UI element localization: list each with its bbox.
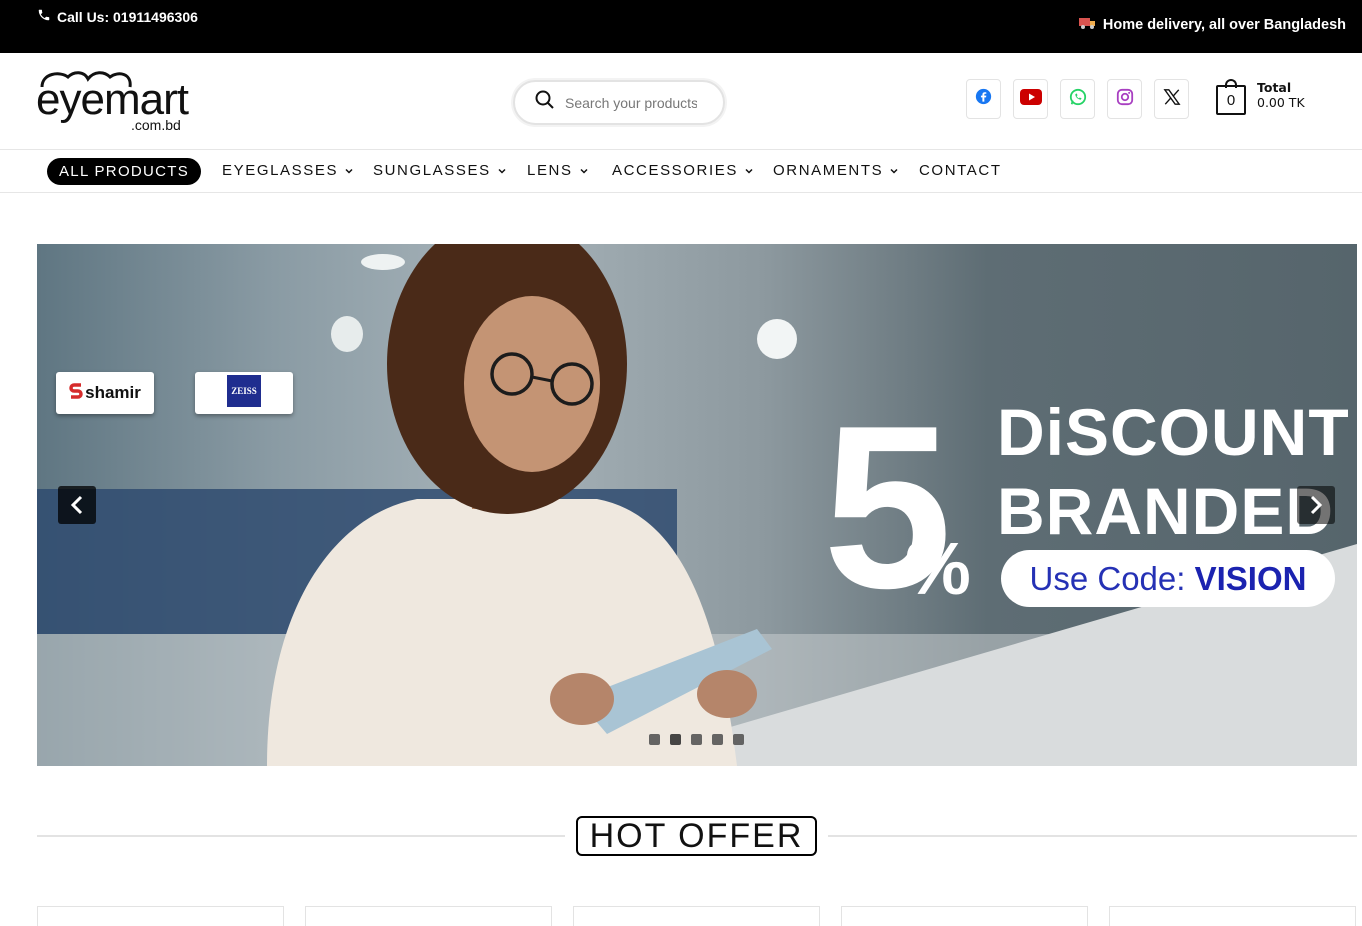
chevron-left-icon [70, 495, 83, 515]
instagram-link[interactable] [1107, 79, 1142, 119]
headline-branded: BRANDED [997, 474, 1334, 548]
hot-offer-heading: HOT OFFER [576, 816, 817, 856]
discount-percent-sign: % [905, 527, 971, 610]
slider-prev-button[interactable] [58, 486, 96, 524]
slider-next-button[interactable] [1297, 486, 1335, 524]
shamir-logo: shamir [56, 372, 154, 414]
youtube-icon [1019, 88, 1042, 110]
call-us[interactable]: Call Us: 01911496306 [37, 8, 198, 25]
instagram-icon [1116, 88, 1134, 111]
promo-code-pill: Use Code: VISION [1001, 550, 1335, 607]
chevron-down-icon [498, 168, 506, 174]
nav-label: ORNAMENTS [773, 162, 884, 179]
nav-sunglasses[interactable]: SUNGLASSES [373, 162, 507, 179]
truck-icon [1078, 17, 1097, 33]
cart-total-value: 0.00 TK [1257, 95, 1305, 110]
call-us-text: Call Us: 01911496306 [57, 8, 198, 25]
cart-total-label: Total [1257, 80, 1292, 95]
nav-accessories[interactable]: ACCESSORIES [612, 162, 754, 179]
social-links [966, 79, 1189, 119]
search-box[interactable] [513, 80, 725, 125]
whatsapp-icon [1069, 88, 1087, 111]
nav-label: EYEGLASSES [222, 162, 339, 179]
product-grid [37, 906, 1357, 926]
slider-pagination [649, 734, 744, 745]
nav-all-products[interactable]: ALL PRODUCTS [47, 158, 202, 185]
slider-dot[interactable] [691, 734, 702, 745]
delivery-text: Home delivery, all over Bangladesh [1102, 17, 1346, 33]
search-icon[interactable] [535, 90, 555, 115]
chevron-down-icon [890, 168, 898, 174]
promo-code-label: Use Code: [1029, 559, 1186, 597]
product-card[interactable] [573, 906, 820, 926]
delivery-note: Home delivery, all over Bangladesh [1078, 17, 1346, 33]
product-card[interactable] [1109, 906, 1356, 926]
shamir-mark-icon [69, 382, 83, 405]
section-divider-left [37, 835, 565, 837]
logo-tld: .com.bd [131, 117, 181, 133]
youtube-link[interactable] [1013, 79, 1048, 119]
slider-dot[interactable] [670, 734, 681, 745]
nav-ornaments[interactable]: ORNAMENTS [773, 162, 899, 179]
slider-dot[interactable] [712, 734, 723, 745]
product-card[interactable] [305, 906, 552, 926]
cart-button[interactable]: 0 [1216, 79, 1248, 115]
zeiss-text: ZEISS [227, 375, 261, 411]
nav-eyeglasses[interactable]: EYEGLASSES [222, 162, 354, 179]
x-icon [1162, 88, 1181, 111]
main-nav: ALL PRODUCTS EYEGLASSES SUNGLASSES LENS … [0, 150, 1362, 193]
site-header: eyemart .com.bd Search your products 0 T… [0, 53, 1362, 150]
site-logo[interactable]: eyemart .com.bd [36, 67, 196, 137]
x-link[interactable] [1154, 79, 1189, 119]
cart-count: 0 [1216, 85, 1246, 115]
top-bar: Call Us: 01911496306 Home delivery, all … [0, 0, 1362, 53]
hero-slider[interactable]: shamir ZEISS 5 % DiSCOUNT BRANDED Use Co… [37, 244, 1357, 766]
section-divider-right [828, 835, 1357, 837]
facebook-icon [975, 88, 992, 110]
search-input[interactable] [565, 94, 697, 111]
whatsapp-link[interactable] [1060, 79, 1095, 119]
chevron-down-icon [345, 168, 353, 174]
nav-lens[interactable]: LENS [527, 162, 589, 179]
shamir-text: shamir [85, 383, 141, 402]
nav-label: LENS [527, 162, 573, 179]
headline-discount: DiSCOUNT [997, 395, 1350, 469]
product-card[interactable] [841, 906, 1088, 926]
nav-label: SUNGLASSES [373, 162, 491, 179]
slider-dot[interactable] [733, 734, 744, 745]
cart-total[interactable]: Total 0.00 TK [1257, 80, 1305, 110]
promo-code-value: VISION [1194, 559, 1307, 597]
phone-icon [37, 8, 51, 25]
chevron-right-icon [1310, 495, 1323, 515]
chevron-down-icon [580, 168, 588, 174]
slider-dot[interactable] [649, 734, 660, 745]
product-card[interactable] [37, 906, 284, 926]
nav-label: ACCESSORIES [612, 162, 738, 179]
nav-label: CONTACT [919, 162, 1002, 179]
chevron-down-icon [745, 168, 753, 174]
facebook-link[interactable] [966, 79, 1001, 119]
nav-contact[interactable]: CONTACT [919, 162, 1002, 179]
zeiss-logo: ZEISS [195, 372, 293, 414]
